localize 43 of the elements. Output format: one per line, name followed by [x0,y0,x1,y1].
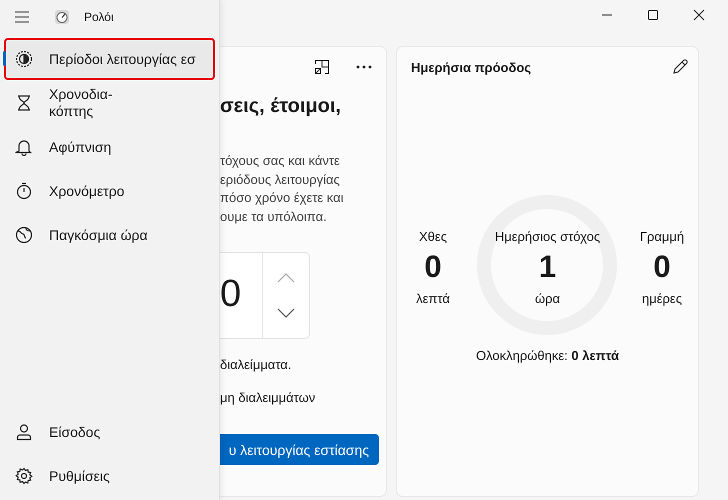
stat-unit: ημέρες [642,291,682,306]
stat-label: Ημερήσιος στόχος [494,229,600,244]
settings-icon [15,467,33,485]
globe-icon [15,226,33,244]
close-icon[interactable] [693,9,705,21]
stat-label: Γραμμή [640,229,684,244]
nav-item[interactable]: Ρυθμίσεις [4,455,215,497]
description-text: εριόδους λειτουργίας [220,170,341,189]
focus-heading: σεις, έτοιμοι, [220,95,342,118]
nav-item[interactable]: Αφύπνιση [4,126,215,168]
stat-value: 1 [538,249,556,285]
compact-overlay-icon[interactable] [314,59,330,75]
clock-icon [54,9,70,25]
stat-value: 0 [424,249,442,285]
description-text: πόσο χρόνο έχετε και [220,189,345,207]
nav-item[interactable]: Είσοδος [4,411,215,453]
skip-breaks-text: μη διαλειμμάτων [220,390,316,405]
description-text: ουμε τα υπόλοιπα. [220,208,328,226]
stat-unit: λεπτά [416,291,450,306]
maximize-icon[interactable] [647,9,659,21]
menu-icon[interactable] [14,9,30,25]
stat-value: 0 [653,249,671,285]
card-title: Ημερήσια πρόοδος [411,60,532,74]
window-title: Ρολόι [84,10,114,24]
bell-icon [15,138,33,156]
stopwatch-icon [15,182,33,200]
stat-label: Χθες [419,229,447,244]
person-icon [15,423,33,441]
hourglass-icon [15,94,33,112]
nav-item[interactable]: Χρονόμετρο [4,170,215,212]
break-text: διαλείμματα. [220,357,292,372]
focus-icon [15,50,33,68]
description-text: τόχους σας και κάντε [220,152,341,170]
completed-text: Ολοκληρώθηκε: 0 λεπτά [474,348,620,363]
nav-item[interactable]: Χρονοδια- κόπτης [4,82,215,124]
stat-unit: ώρα [534,291,560,306]
start-focus-button[interactable]: υ λειτουργίας εστίασης [220,434,379,465]
more-icon[interactable] [356,65,372,69]
nav-item[interactable]: Περίοδοι λειτουργίας εσ [4,38,215,80]
pencil-icon[interactable] [672,59,688,75]
nav-item[interactable]: Παγκόσμια ώρα [4,214,215,256]
chevron-down-icon[interactable] [277,308,295,318]
duration-spinner[interactable]: 0 [220,252,310,339]
